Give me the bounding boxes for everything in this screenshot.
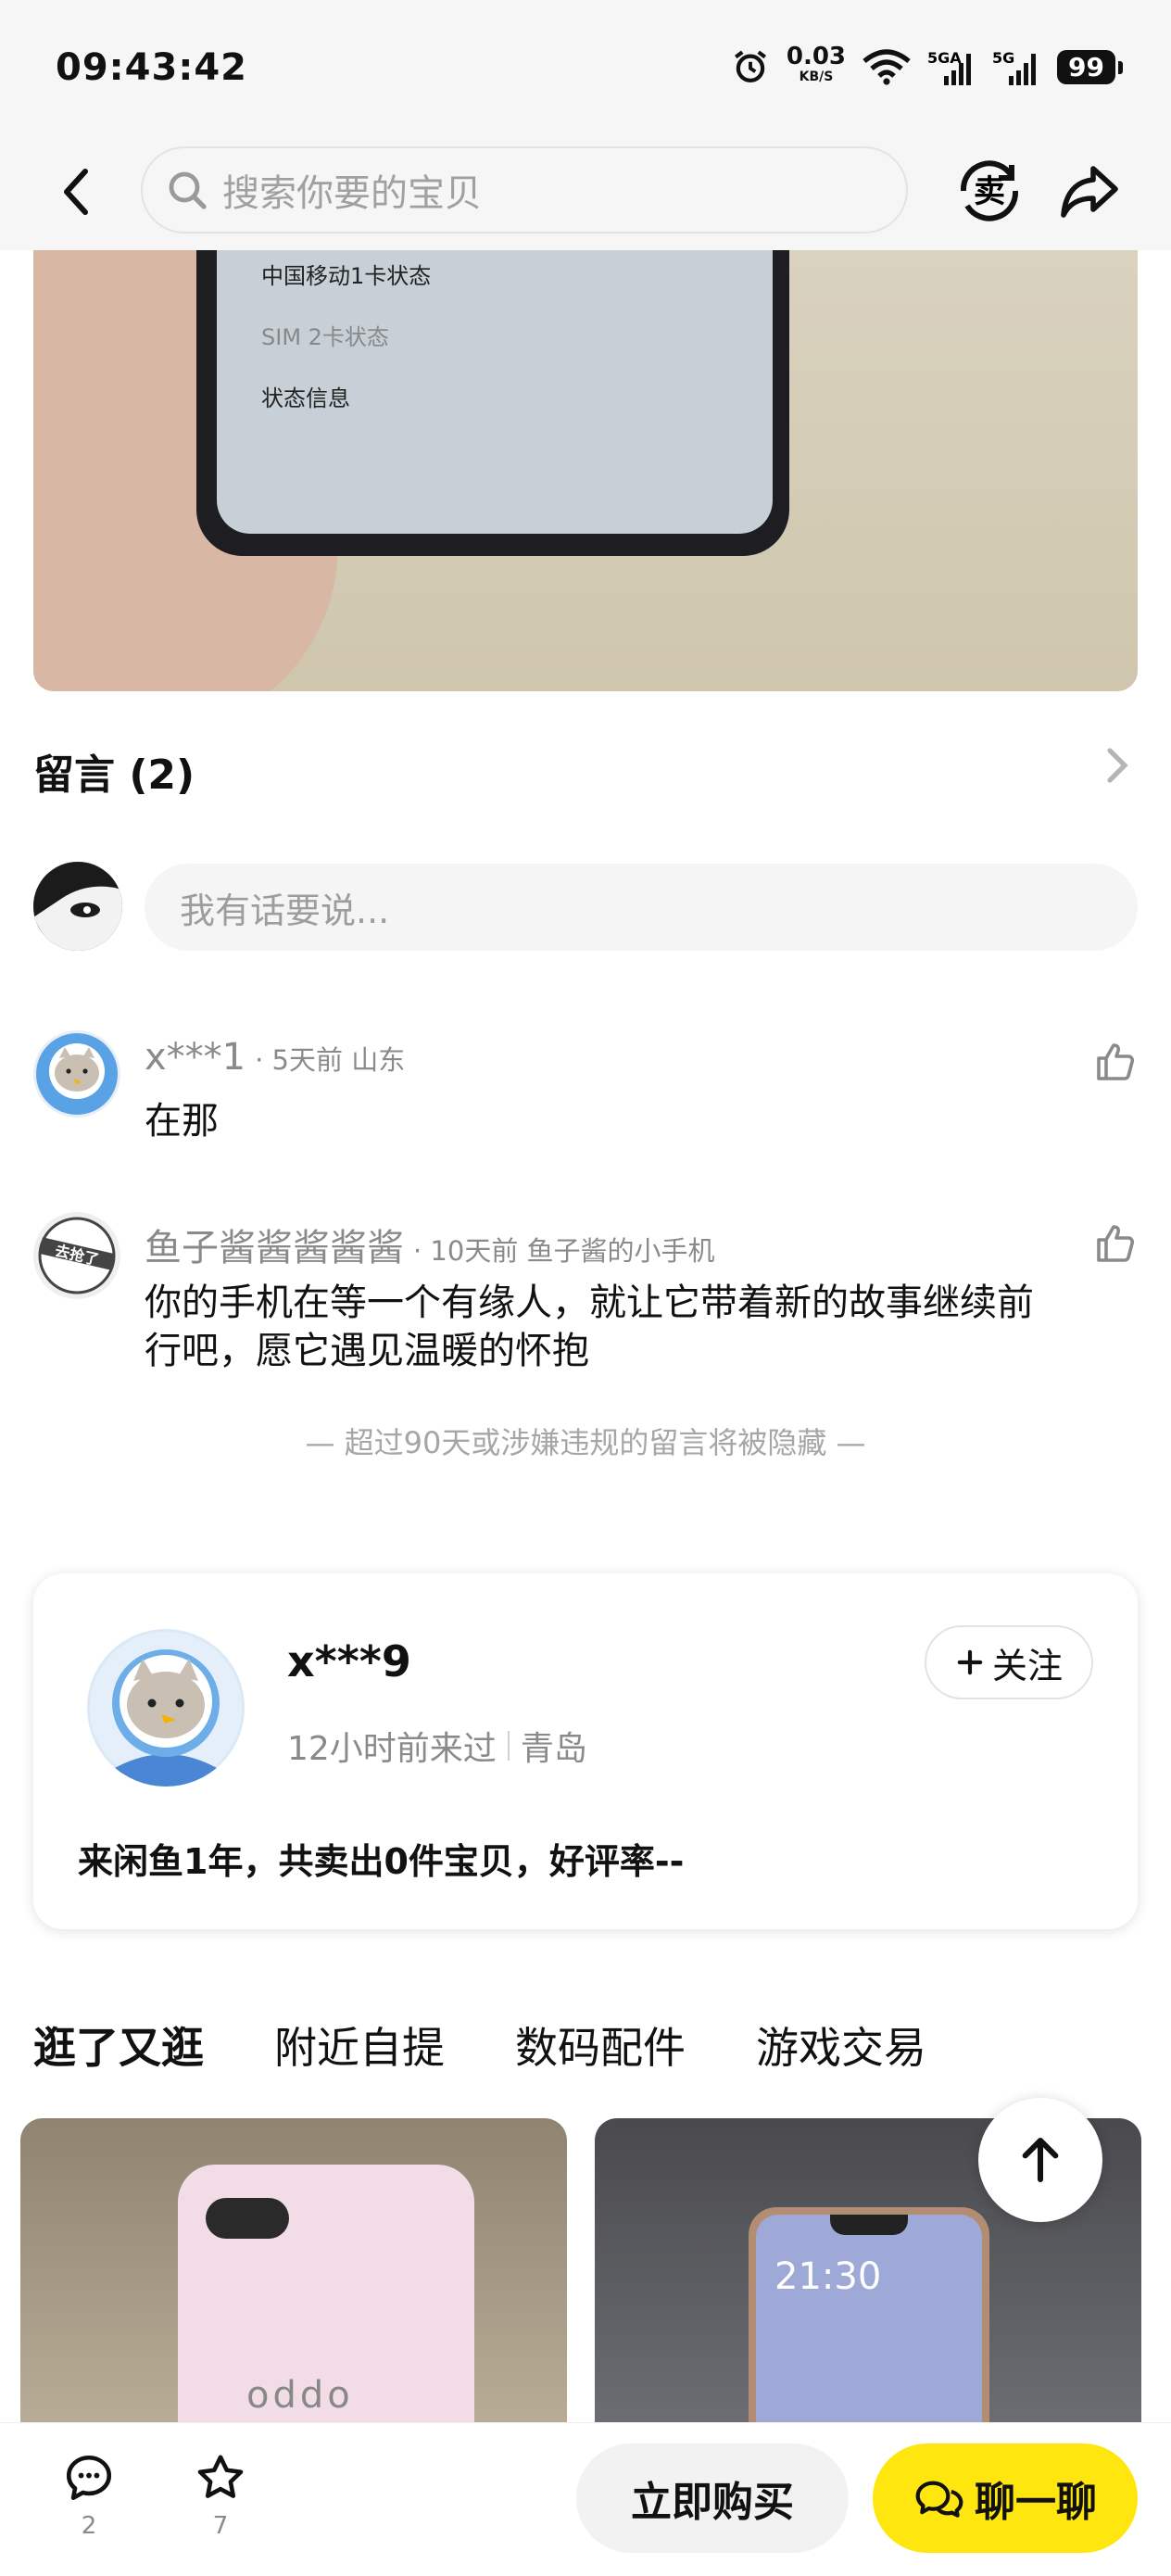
comment-time-location: · 10天前 鱼子酱的小手机 (413, 1235, 715, 1267)
search-input[interactable]: 搜索你要的宝贝 (141, 146, 908, 234)
divider (507, 1731, 510, 1761)
comment-avatar[interactable]: 去抢了 (33, 1212, 120, 1299)
comment-meta: 鱼子酱酱酱酱酱 · 10天前 鱼子酱的小手机 (145, 1218, 715, 1271)
comment-count: 2 (81, 2512, 97, 2540)
tab-game-trading[interactable]: 游戏交易 (756, 2014, 926, 2076)
card-phone-time: 21:30 (774, 2255, 882, 2298)
tab-label: 逛了又逛 (33, 2023, 204, 2073)
seller-last-seen: 12小时前来过 (287, 1730, 497, 1768)
comment-username[interactable]: 鱼子酱酱酱酱酱 (145, 1218, 404, 1271)
tab-label: 游戏交易 (756, 2023, 926, 2073)
screen-line: 状态信息 (261, 385, 350, 411)
battery-indicator: 99 (1057, 49, 1123, 84)
follow-label: 关注 (991, 1645, 1063, 1686)
status-bar: 09:43:42 0.03 KB/S 5GA 5G 99 (0, 0, 1171, 139)
cat-astronaut-icon (90, 1632, 242, 1787)
hidden-comments-note: — 超过90天或涉嫌违规的留言将被隐藏 — (305, 1425, 866, 1460)
buy-now-button[interactable]: 立即购买 (576, 2443, 849, 2553)
photo-phone-screen: 中国移动1卡状态 SIM 2卡状态 状态信息 (217, 250, 773, 534)
screen-line: SIM 2卡状态 (261, 324, 389, 350)
chat-button[interactable]: 聊一聊 (873, 2443, 1138, 2553)
tab-digital-accessories[interactable]: 数码配件 (515, 2014, 686, 2076)
arrow-up-icon (1022, 2137, 1059, 2183)
comment-meta: x***1 · 5天前 山东 (145, 1036, 405, 1079)
top-nav: 搜索你要的宝贝 卖 (0, 139, 1171, 250)
card-phone-screen: 21:30 (756, 2215, 982, 2424)
tab-label: 附近自提 (274, 2023, 445, 2073)
fish-badge-icon: 去抢了 (38, 1217, 116, 1294)
sell-icon-char: 卖 (974, 173, 1005, 210)
seller-card[interactable]: x***9 12小时前来过 青岛 关注 来闲鱼1年，共卖出0件宝贝，好评率-- (33, 1573, 1138, 1929)
search-placeholder: 搜索你要的宝贝 (222, 172, 482, 215)
signal-icon-1: 5GA (927, 49, 972, 85)
phone-notch (830, 2215, 908, 2235)
camera-module (206, 2198, 289, 2239)
tab-nearby-pickup[interactable]: 附近自提 (274, 2014, 445, 2076)
comment-username[interactable]: x***1 (145, 1036, 246, 1079)
signal-2-label: 5G (992, 49, 1014, 67)
alarm-icon (734, 50, 766, 82)
chat-icon (915, 2481, 963, 2518)
comment-action[interactable]: 2 (52, 2451, 126, 2540)
recommend-tabs: 逛了又逛 附近自提 数码配件 游戏交易 (33, 2014, 926, 2076)
thumbs-up-icon[interactable] (1093, 1221, 1138, 1266)
comment-text: 在那 (145, 1100, 219, 1143)
seller-location: 青岛 (520, 1730, 587, 1768)
product-card[interactable]: oppo (20, 2118, 567, 2424)
card-brand-text: oppo (243, 2378, 350, 2420)
comments-title: 留言 (2) (33, 751, 195, 799)
thumbs-up-icon[interactable] (1093, 1040, 1138, 1084)
net-speed: 0.03 KB/S (787, 44, 846, 87)
star-icon (197, 2455, 244, 2498)
seller-info: 12小时前来过 青岛 (287, 1722, 587, 1770)
chevron-right-icon[interactable] (1102, 747, 1132, 784)
share-icon[interactable] (1056, 158, 1123, 224)
seller-stats: 来闲鱼1年，共卖出0件宝贝，好评率-- (78, 1841, 685, 1882)
plus-icon (957, 1649, 983, 1675)
follow-button[interactable]: 关注 (925, 1625, 1093, 1699)
favorite-action[interactable]: 7 (183, 2451, 258, 2540)
seller-name[interactable]: x***9 (287, 1636, 411, 1686)
comment-time-location: · 5天前 山东 (255, 1044, 406, 1076)
chat-label: 聊一聊 (975, 2479, 1097, 2526)
tab-label: 数码配件 (515, 2023, 686, 2073)
back-to-top-button[interactable] (978, 2098, 1102, 2222)
status-time: 09:43:42 (56, 46, 247, 89)
signal-1-label: 5GA (927, 49, 962, 67)
chevron-left-icon (64, 169, 88, 215)
comment-avatar[interactable] (33, 1030, 120, 1118)
card-photo-phone: oppo (178, 2165, 474, 2424)
tab-browse-again[interactable]: 逛了又逛 (33, 2014, 204, 2076)
avatar-face-icon (33, 862, 122, 951)
seller-avatar[interactable] (87, 1629, 245, 1787)
my-avatar (33, 862, 122, 951)
sell-icon[interactable]: 卖 (956, 158, 1023, 224)
comment-text: 你的手机在等一个有缘人，就让它带着新的故事继续前行吧，愿它遇见温暖的怀抱 (145, 1282, 1034, 1372)
search-icon (169, 171, 207, 209)
chat-bubble-icon (66, 2455, 112, 2501)
cat-astronaut-icon (36, 1033, 118, 1115)
screen-line: 中国移动1卡状态 (261, 263, 432, 289)
wifi-icon (863, 49, 911, 85)
product-photo[interactable]: 中国移动1卡状态 SIM 2卡状态 状态信息 (33, 250, 1138, 691)
comment-input[interactable]: 我有话要说... (145, 864, 1138, 951)
signal-icon-2: 5G (992, 49, 1037, 85)
bottom-action-bar: 2 7 立即购买 聊一聊 (0, 2422, 1171, 2576)
status-icons: 0.03 KB/S 5GA 5G 99 (731, 44, 1123, 87)
back-button[interactable] (48, 159, 104, 224)
card-photo-phone: 21:30 (749, 2207, 989, 2424)
favorite-count: 7 (212, 2512, 229, 2540)
